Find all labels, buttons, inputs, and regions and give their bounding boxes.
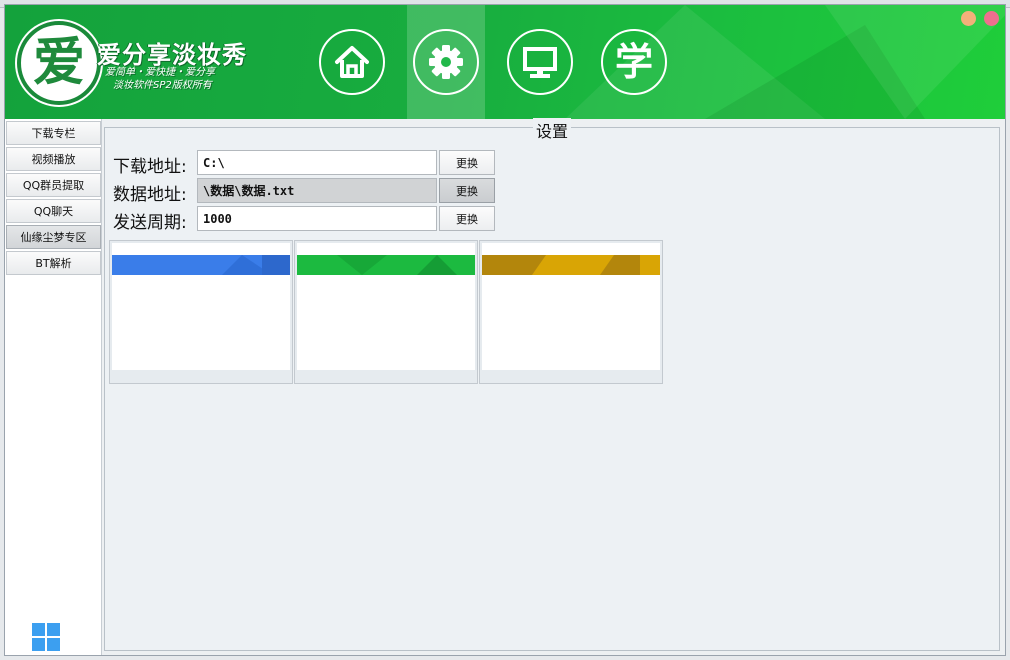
gear-icon (429, 45, 463, 79)
bar-decoration (262, 255, 290, 275)
nav-display-circle (507, 29, 573, 95)
data-path-field[interactable]: \数据\数据.txt (197, 178, 437, 203)
app-window: 爱 爱分享淡妆秀 爱简单・爱快捷・爱分享 淡妆软件SP2版权所有 学 下载专栏 … (4, 4, 1006, 656)
sidebar-item-video[interactable]: 视频播放 (6, 147, 101, 171)
logo: 爱 (17, 21, 101, 105)
monitor-icon (523, 47, 557, 78)
sidebar-item-qq-chat[interactable]: QQ聊天 (6, 199, 101, 223)
home-icon (335, 46, 369, 78)
send-period-label: 发送周期: (113, 213, 187, 233)
theme-color-bar (482, 255, 660, 275)
learn-icon: 学 (614, 40, 653, 84)
minimize-button[interactable] (961, 11, 976, 26)
download-path-label: 下载地址: (113, 157, 187, 177)
header-decoration (825, 5, 1005, 119)
nav-settings-button[interactable] (407, 5, 485, 119)
data-path-label: 数据地址: (113, 185, 187, 205)
sidebar-item-qq-group[interactable]: QQ群员提取 (6, 173, 101, 197)
theme-card-preview (112, 243, 290, 370)
nav-display-button[interactable] (501, 5, 579, 119)
sidebar-item-xianyuan[interactable]: 仙缘尘梦专区 (6, 225, 101, 249)
header-banner: 爱 爱分享淡妆秀 爱简单・爱快捷・爱分享 淡妆软件SP2版权所有 学 (5, 5, 1005, 119)
sidebar: 下载专栏 视频播放 QQ群员提取 QQ聊天 仙缘尘梦专区 BT解析 (5, 119, 102, 655)
nav-settings-circle (413, 29, 479, 95)
theme-card-preview (482, 243, 660, 370)
sidebar-item-download[interactable]: 下载专栏 (6, 121, 101, 145)
nav-home-button[interactable] (313, 5, 391, 119)
sidebar-item-bt[interactable]: BT解析 (6, 251, 101, 275)
bar-decoration (600, 255, 614, 275)
theme-card-gold[interactable] (479, 240, 663, 384)
bar-decoration (532, 255, 546, 275)
logo-char: 爱 (32, 32, 85, 93)
download-path-field[interactable]: C:\ (197, 150, 437, 175)
bar-decoration (614, 255, 640, 275)
nav-learn-button[interactable]: 学 (595, 5, 673, 119)
windows-logo-pane (32, 623, 45, 636)
close-button[interactable] (984, 11, 999, 26)
data-path-change-button[interactable]: 更换 (439, 178, 495, 203)
download-path-change-button[interactable]: 更换 (439, 150, 495, 175)
windows-logo-pane (47, 623, 60, 636)
windows-logo-pane (47, 638, 60, 651)
bar-decoration (482, 255, 532, 275)
theme-card-green[interactable] (294, 240, 478, 384)
settings-group: 设置 下载地址: C:\ 更换 数据地址: \数据\数据.txt 更换 发送周期… (104, 118, 1000, 651)
bar-decoration (417, 255, 457, 275)
theme-card-blue[interactable] (109, 240, 293, 384)
send-period-change-button[interactable]: 更换 (439, 206, 495, 231)
send-period-field[interactable]: 1000 (197, 206, 437, 231)
theme-color-bar (297, 255, 475, 275)
nav-learn-circle: 学 (601, 29, 667, 95)
windows-logo-icon[interactable] (32, 623, 60, 651)
theme-card-preview (297, 243, 475, 370)
settings-title: 设置 (533, 118, 572, 142)
windows-logo-pane (32, 638, 45, 651)
brand-copyright: 淡妆软件SP2版权所有 (113, 80, 212, 91)
theme-color-bar (112, 255, 290, 275)
bar-decoration (337, 255, 387, 275)
nav-home-circle (319, 29, 385, 95)
